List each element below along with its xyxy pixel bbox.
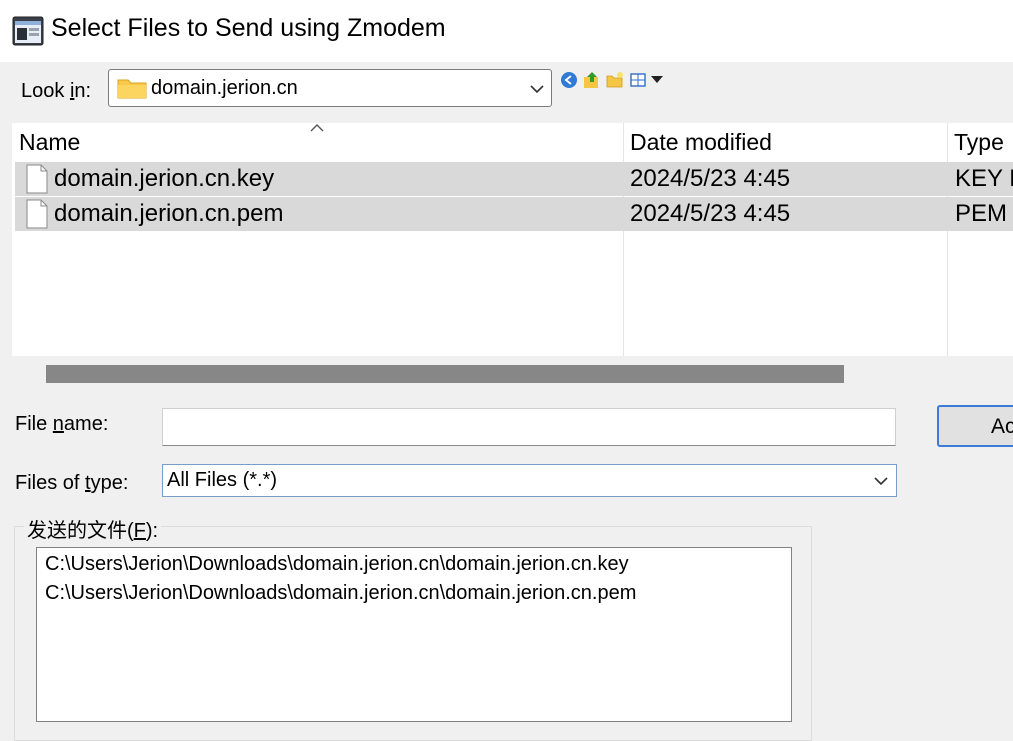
file-icon [26, 164, 48, 194]
file-icon [26, 199, 48, 229]
column-header-date-modified[interactable]: Date modified [630, 129, 772, 156]
file-list[interactable]: Name Date modified Type domain.jerion.cn… [12, 123, 1013, 356]
title-bar: Select Files to Send using Zmodem [0, 0, 1013, 62]
file-name-cell: domain.jerion.cn.pem [54, 200, 284, 227]
file-type-label: Files of type: [15, 472, 129, 494]
accept-button-label: Ac [991, 415, 1013, 438]
column-divider[interactable] [947, 123, 948, 356]
look-in-value: domain.jerion.cn [151, 77, 298, 99]
file-type-cell: PEM [955, 200, 1008, 227]
column-header-name[interactable]: Name [19, 129, 80, 156]
window-title: Select Files to Send using Zmodem [51, 14, 446, 42]
file-date-cell: 2024/5/23 4:45 [630, 200, 791, 227]
chevron-down-icon[interactable] [873, 476, 889, 486]
file-name-label: File name: [15, 413, 109, 435]
file-row[interactable]: domain.jerion.cn.pem 2024/5/23 4:45 PEM [15, 197, 1013, 231]
new-folder-icon[interactable] [606, 71, 624, 89]
app-window-icon [12, 16, 44, 46]
column-header-type[interactable]: Type [954, 129, 1004, 156]
accept-button[interactable]: Ac [937, 405, 1013, 447]
files-to-send-list[interactable]: C:\Users\Jerion\Downloads\domain.jerion.… [36, 547, 792, 722]
file-date-cell: 2024/5/23 4:45 [630, 165, 791, 192]
column-divider[interactable] [623, 123, 624, 356]
file-name-cell: domain.jerion.cn.key [54, 165, 275, 192]
chevron-down-icon[interactable] [529, 84, 545, 94]
file-name-input[interactable] [162, 408, 896, 446]
look-in-combobox[interactable]: domain.jerion.cn [108, 69, 552, 107]
navigation-toolbar [560, 71, 670, 91]
sort-ascending-icon [310, 124, 324, 132]
horizontal-scrollbar-thumb[interactable] [46, 365, 844, 383]
file-type-cell: KEY F [955, 165, 1013, 192]
look-in-label: Look in: [21, 80, 92, 102]
files-to-send-label: 发送的文件(F): [24, 514, 162, 543]
file-type-value: All Files (*.*) [167, 469, 278, 491]
back-icon[interactable] [560, 71, 578, 89]
list-item[interactable]: C:\Users\Jerion\Downloads\domain.jerion.… [45, 553, 629, 576]
folder-icon [117, 79, 147, 99]
list-item[interactable]: C:\Users\Jerion\Downloads\domain.jerion.… [45, 582, 636, 605]
file-row[interactable]: domain.jerion.cn.key 2024/5/23 4:45 KEY … [15, 162, 1013, 196]
file-type-combobox[interactable]: All Files (*.*) [162, 464, 897, 497]
up-folder-icon[interactable] [583, 71, 601, 89]
view-menu-icon[interactable] [630, 71, 663, 89]
